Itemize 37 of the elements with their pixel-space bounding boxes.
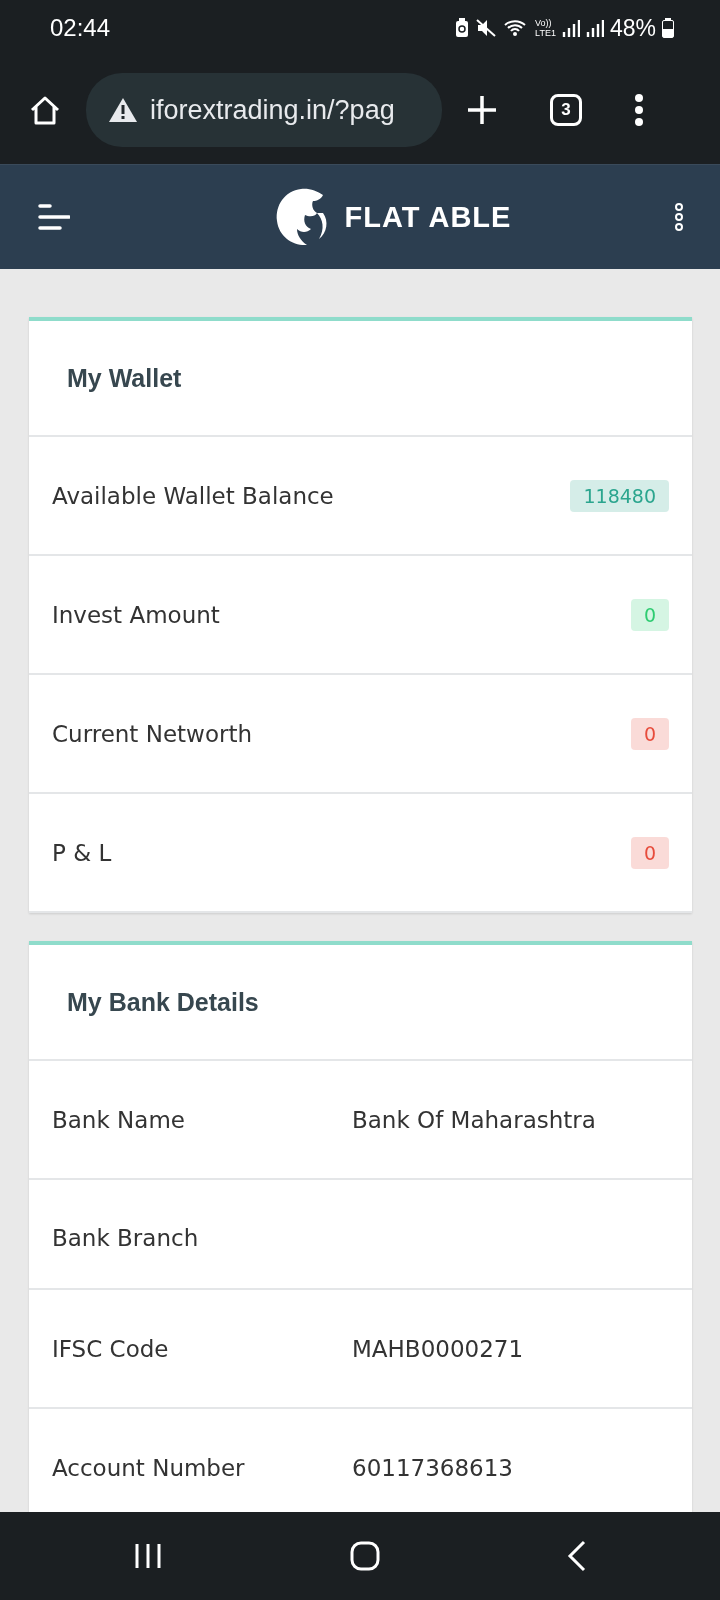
- address-bar[interactable]: iforextrading.in/?pag: [86, 73, 442, 147]
- battery-saver-icon: [455, 18, 470, 38]
- amount-badge: 0: [630, 836, 669, 869]
- more-icon[interactable]: [634, 94, 644, 126]
- row-label: Invest Amount: [52, 601, 220, 628]
- amount-badge: 0: [630, 598, 669, 631]
- row-label: P & L: [52, 839, 112, 866]
- menu-icon[interactable]: [38, 203, 70, 231]
- row-label: Available Wallet Balance: [52, 482, 334, 509]
- row-label: Current Networth: [52, 720, 252, 747]
- tab-count-button[interactable]: 3: [550, 94, 582, 126]
- battery-percent: 48%: [609, 14, 656, 42]
- back-icon[interactable]: [566, 1540, 587, 1572]
- signal-icon: [561, 19, 580, 37]
- home-icon[interactable]: [350, 1541, 380, 1571]
- row-value: 60117368613: [352, 1454, 513, 1481]
- battery-icon: [662, 18, 674, 38]
- row-value: MAHB0000271: [352, 1335, 524, 1362]
- lte-label: LTE1: [535, 28, 556, 38]
- plus-icon[interactable]: [466, 94, 498, 126]
- clock: 02:44: [50, 14, 111, 42]
- row-label: Account Number: [52, 1454, 246, 1481]
- row-label: Bank Name: [52, 1106, 186, 1133]
- row-label: Bank Branch: [52, 1225, 200, 1251]
- row-value: Bank Of Maharashtra: [352, 1106, 596, 1133]
- warning-icon: [108, 97, 138, 123]
- signal-icon: [585, 19, 604, 37]
- more-icon[interactable]: [674, 203, 684, 231]
- recent-apps-icon[interactable]: [133, 1543, 164, 1569]
- amount-badge: 118480: [570, 479, 669, 512]
- mute-icon: [475, 18, 498, 38]
- brand-name: FLAT ABLE: [344, 200, 512, 234]
- volte-label: Vo)): [535, 18, 553, 28]
- amount-badge: 0: [630, 717, 669, 750]
- card-title: My Wallet: [67, 363, 182, 393]
- card-title: My Bank Details: [67, 987, 259, 1017]
- row-label: IFSC Code: [52, 1335, 170, 1362]
